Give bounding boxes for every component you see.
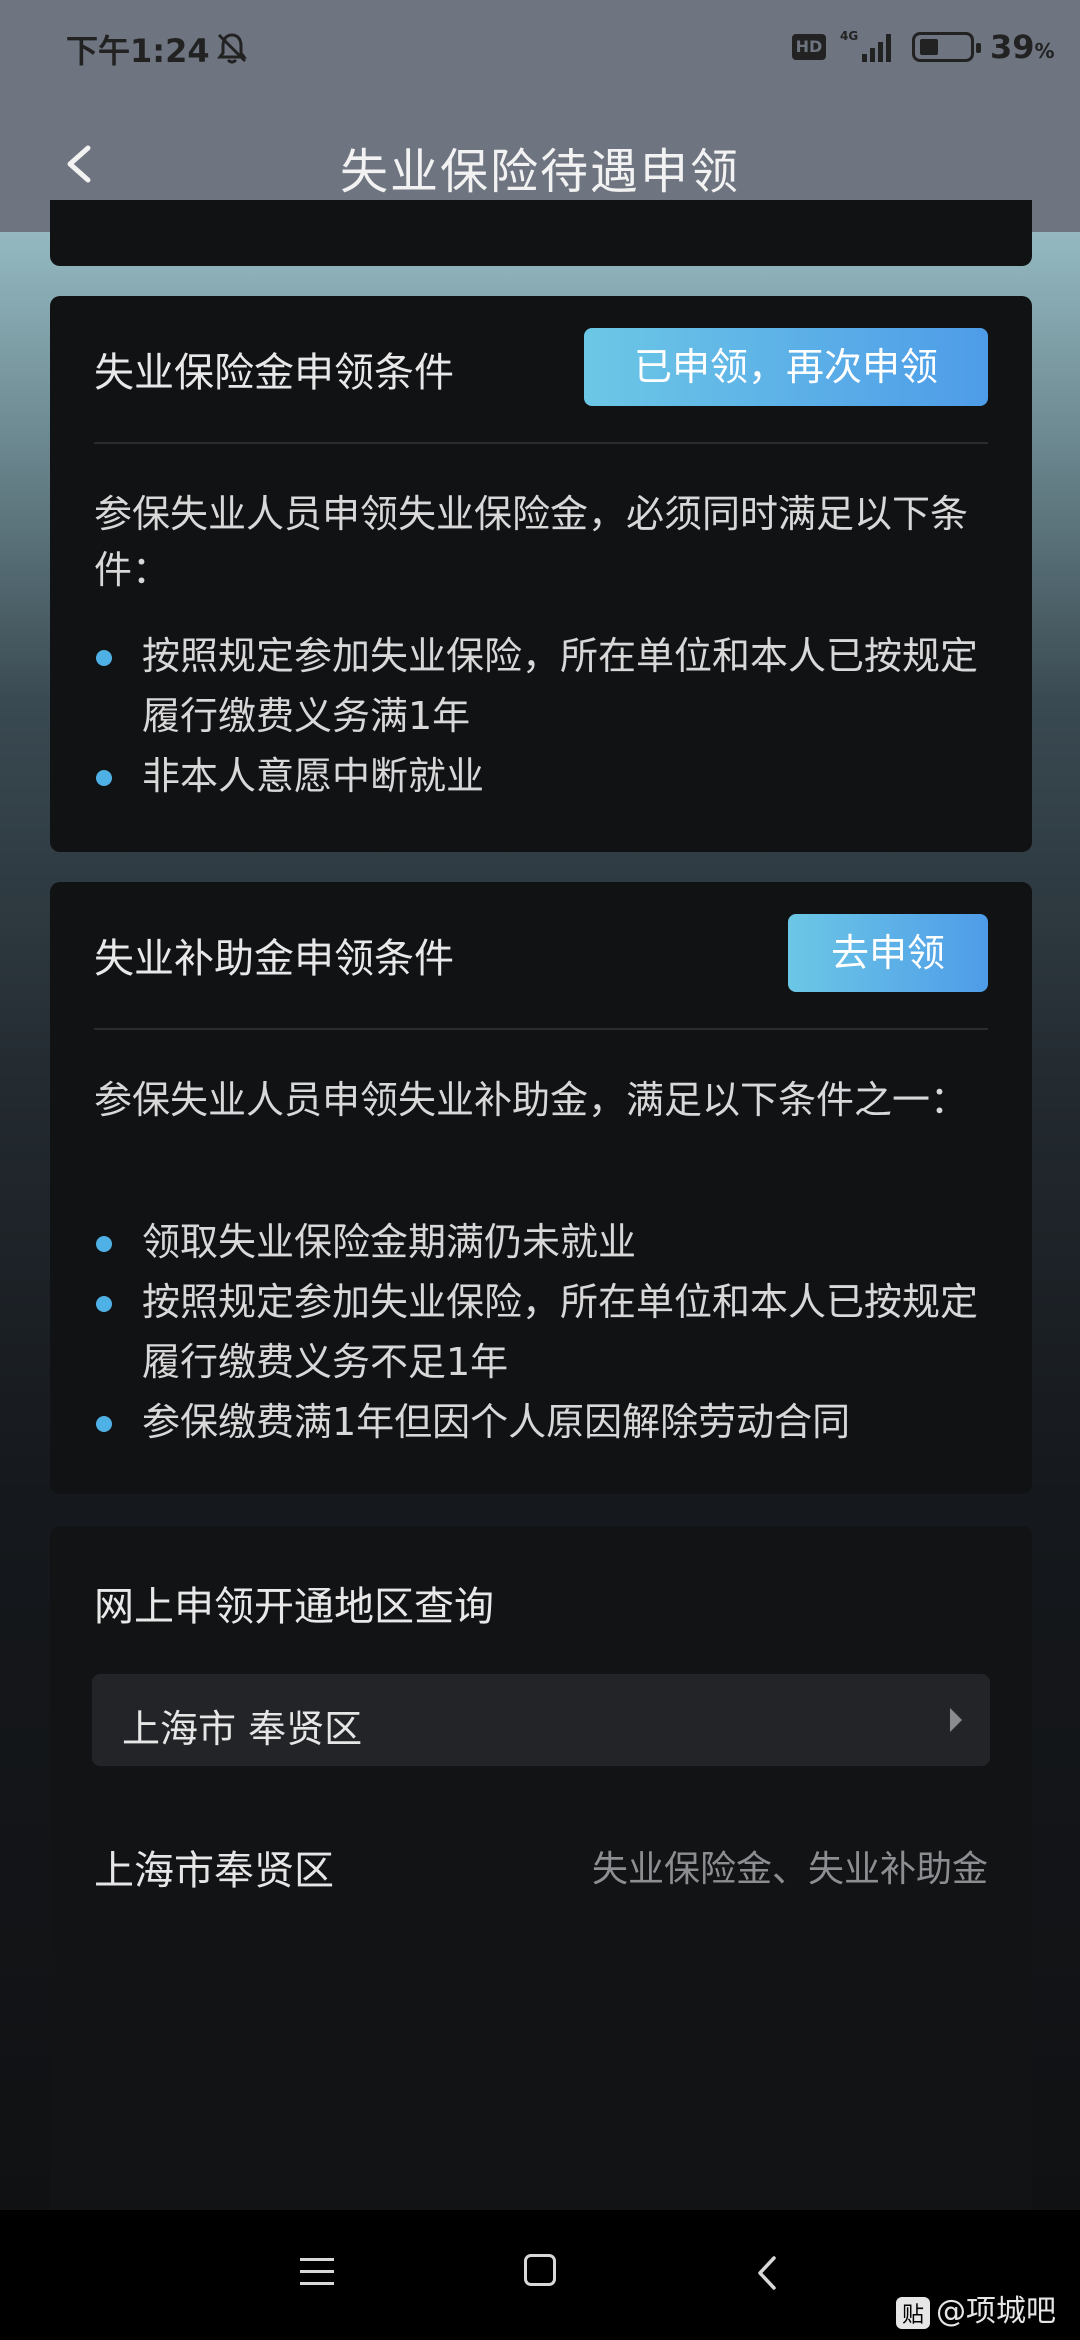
caret-right-icon (950, 1708, 962, 1732)
mute-bell-icon (217, 33, 247, 64)
list-item: 按照规定参加失业保险，所在单位和本人已按规定履行缴费义务满1年 (94, 626, 988, 746)
card-title: 失业保险金申领条件 (94, 350, 454, 396)
page-title: 失业保险待遇申领 (339, 144, 740, 200)
hd-icon: HD (792, 34, 826, 60)
status-bar: 下午1:24 HD 4G 39% (0, 0, 1080, 96)
insurance-conditions-card: 失业保险金申领条件 已申领，再次申领 参保失业人员申领失业保险金，必须同时满足以… (50, 296, 1032, 852)
conditions-intro: 参保失业人员申领失业保险金，必须同时满足以下条件： (94, 492, 969, 592)
card-title: 网上申领开通地区查询 (94, 1584, 494, 1630)
watermark: 贴 @项城吧 (895, 2286, 1056, 2330)
signal-icon: 4G (840, 29, 891, 62)
result-services: 失业保险金、失业补助金 (591, 1849, 988, 1890)
bullet-icon (96, 1416, 112, 1432)
bullet-icon (96, 1296, 112, 1312)
conditions-list: 按照规定参加失业保险，所在单位和本人已按规定履行缴费义务满1年 非本人意愿中断就… (94, 626, 988, 806)
list-item: 非本人意愿中断就业 (94, 746, 988, 806)
status-time: 下午1:24 (66, 32, 210, 70)
reapply-button[interactable]: 已申领，再次申领 (584, 328, 988, 406)
back-icon[interactable] (752, 2252, 782, 2294)
bullet-icon (96, 1236, 112, 1252)
list-item: 参保缴费满1年但因个人原因解除劳动合同 (94, 1392, 988, 1452)
subsidy-conditions-card: 失业补助金申领条件 去申领 参保失业人员申领失业补助金，满足以下条件之一： 领取… (50, 882, 1032, 1494)
apply-button[interactable]: 去申领 (788, 914, 988, 992)
system-nav-bar: 贴 @项城吧 (0, 2210, 1080, 2340)
list-item: 按照规定参加失业保险，所在单位和本人已按规定履行缴费义务不足1年 (94, 1272, 988, 1392)
bullet-icon (96, 650, 112, 666)
region-select-value: 上海市 奉贤区 (122, 1707, 363, 1751)
home-icon[interactable] (524, 2254, 556, 2286)
region-select[interactable]: 上海市 奉贤区 (92, 1674, 990, 1766)
result-region: 上海市奉贤区 (94, 1848, 334, 1894)
network-type: 4G (840, 29, 858, 43)
battery-icon (912, 32, 981, 62)
menu-icon[interactable] (300, 2258, 334, 2288)
divider (94, 1028, 988, 1030)
bullet-icon (96, 770, 112, 786)
region-query-card: 网上申领开通地区查询 上海市 奉贤区 上海市奉贤区 失业保险金、失业补助金 (50, 1526, 1032, 2210)
conditions-list: 领取失业保险金期满仍未就业 按照规定参加失业保险，所在单位和本人已按规定履行缴费… (94, 1212, 988, 1452)
previous-card-bottom (50, 200, 1032, 266)
divider (94, 442, 988, 444)
list-item: 领取失业保险金期满仍未就业 (94, 1212, 988, 1272)
card-title: 失业补助金申领条件 (94, 936, 454, 982)
tieba-logo-icon: 贴 (895, 2296, 930, 2329)
battery-percent: 39% (990, 28, 1055, 66)
conditions-intro: 参保失业人员申领失业补助金，满足以下条件之一： (94, 1078, 969, 1122)
